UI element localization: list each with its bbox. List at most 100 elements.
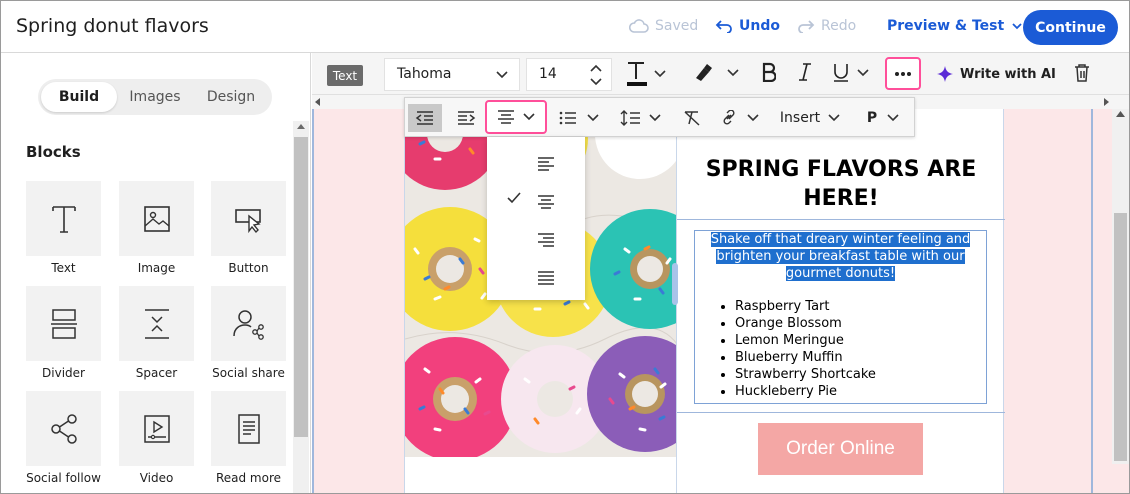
scroll-left-arrow-icon[interactable] <box>314 98 322 106</box>
block-label: Button <box>228 261 269 275</box>
column-resize-handle[interactable] <box>672 263 678 305</box>
continue-button[interactable]: Continue <box>1023 10 1118 45</box>
line-height-icon <box>620 110 661 126</box>
block-read-more[interactable] <box>211 391 286 466</box>
block-image[interactable] <box>119 181 194 256</box>
image-icon <box>143 205 170 232</box>
social-share-icon <box>232 309 264 340</box>
left-panel: Build Images Design Blocks Text Image Bu… <box>1 53 311 493</box>
order-online-button[interactable]: Order Online <box>758 423 923 475</box>
top-header: Spring donut flavors Saved Undo Redo Pre… <box>1 1 1129 53</box>
link-dropdown-button[interactable] <box>719 104 765 132</box>
font-family-select[interactable]: Tahoma <box>384 58 520 91</box>
italic-button[interactable] <box>798 62 812 86</box>
block-label: Video <box>139 471 174 485</box>
checkmark-icon <box>507 192 521 204</box>
block-label: Spacer <box>135 366 178 380</box>
block-label: Image <box>137 261 176 275</box>
font-size-stepper[interactable]: 14 <box>526 58 612 91</box>
insert-dropdown-button[interactable]: Insert <box>777 104 843 132</box>
list-item: Blueberry Muffin <box>735 349 984 366</box>
write-with-ai-button[interactable]: Write with AI <box>936 65 1056 83</box>
scroll-up-arrow-icon[interactable] <box>297 124 305 129</box>
scroll-up-arrow-icon[interactable] <box>1116 111 1125 117</box>
highlight-button[interactable] <box>692 62 740 88</box>
document-title[interactable]: Spring donut flavors <box>16 15 209 37</box>
block-video[interactable] <box>119 391 194 466</box>
selected-text: Shake off that dreary winter feeling and… <box>710 232 971 281</box>
tab-images[interactable]: Images <box>117 82 193 112</box>
intro-paragraph[interactable]: Shake off that dreary winter feeling and… <box>697 231 984 282</box>
align-dropdown-menu <box>487 137 585 300</box>
read-more-icon <box>237 413 260 444</box>
clear-format-icon <box>684 111 700 126</box>
line-height-dropdown-button[interactable] <box>617 104 667 132</box>
block-text[interactable] <box>26 181 101 256</box>
align-dropdown-button[interactable] <box>485 100 547 134</box>
undo-button[interactable]: Undo <box>715 18 780 34</box>
block-button[interactable] <box>211 181 286 256</box>
underline-button[interactable] <box>833 62 877 88</box>
highlighter-icon <box>696 64 739 81</box>
blocks-heading: Blocks <box>26 143 81 161</box>
button-icon <box>234 208 261 233</box>
redo-icon <box>798 20 815 33</box>
block-social-share[interactable] <box>211 286 286 361</box>
scroll-right-arrow-icon[interactable] <box>1102 98 1110 106</box>
indent-button[interactable] <box>449 104 483 132</box>
text-icon <box>51 205 76 233</box>
block-label: Read more <box>215 471 282 485</box>
align-center-option[interactable] <box>487 183 585 221</box>
delete-button[interactable] <box>1073 63 1091 87</box>
tab-design[interactable]: Design <box>193 82 269 112</box>
align-right-icon <box>538 233 554 247</box>
block-label: Divider <box>42 366 85 380</box>
social-follow-icon <box>50 413 77 444</box>
more-options-button[interactable] <box>885 57 921 90</box>
block-spacer[interactable] <box>119 286 194 361</box>
stepper-arrows-icon[interactable] <box>589 62 603 88</box>
underline-icon <box>834 64 869 82</box>
text-color-button[interactable] <box>625 59 669 93</box>
list-dropdown-button[interactable] <box>555 104 605 132</box>
text-block-editor[interactable]: Shake off that dreary winter feeling and… <box>694 230 987 404</box>
scroll-thumb[interactable] <box>294 137 308 437</box>
canvas-scrollbar[interactable] <box>1112 109 1129 464</box>
email-headline[interactable]: SPRING FLAVORS ARE HERE! <box>677 155 1005 213</box>
saved-label: Saved <box>655 18 699 34</box>
align-center-icon <box>498 110 535 124</box>
paragraph-style-dropdown[interactable]: P <box>859 104 907 132</box>
tab-build[interactable]: Build <box>41 82 117 112</box>
section-separator <box>677 219 1005 220</box>
chevron-down-icon <box>496 71 508 79</box>
write-with-ai-label: Write with AI <box>960 66 1056 82</box>
chevron-down-icon <box>828 114 840 122</box>
divider-icon <box>50 308 77 339</box>
more-horizontal-icon <box>895 71 911 76</box>
align-justify-option[interactable] <box>487 259 585 297</box>
list-item: Huckleberry Pie <box>735 383 984 400</box>
bold-button[interactable] <box>762 62 777 87</box>
clear-formatting-button[interactable] <box>677 104 707 132</box>
list-item: Orange Blossom <box>735 315 984 332</box>
block-divider[interactable] <box>26 286 101 361</box>
section-separator <box>677 412 1005 413</box>
paragraph-style-label: P <box>866 110 878 126</box>
align-left-icon <box>538 157 554 171</box>
cloud-icon <box>629 19 649 33</box>
list-item: Strawberry Shortcake <box>735 366 984 383</box>
outdent-button[interactable] <box>408 104 442 132</box>
left-panel-scrollbar[interactable] <box>293 121 309 493</box>
flavor-list[interactable]: Raspberry Tart Orange Blossom Lemon Meri… <box>697 298 984 400</box>
insert-label: Insert <box>779 110 821 126</box>
font-size-value: 14 <box>539 66 557 82</box>
preview-label: Preview & Test <box>887 18 1005 34</box>
redo-button[interactable]: Redo <box>797 18 856 34</box>
secondary-format-toolbar: Insert P <box>404 97 915 137</box>
align-right-option[interactable] <box>487 221 585 259</box>
preview-test-button[interactable]: Preview & Test <box>887 18 1024 34</box>
outdent-icon <box>415 111 433 125</box>
scroll-thumb[interactable] <box>1114 213 1127 461</box>
block-social-follow[interactable] <box>26 391 101 466</box>
align-left-option[interactable] <box>487 145 585 183</box>
